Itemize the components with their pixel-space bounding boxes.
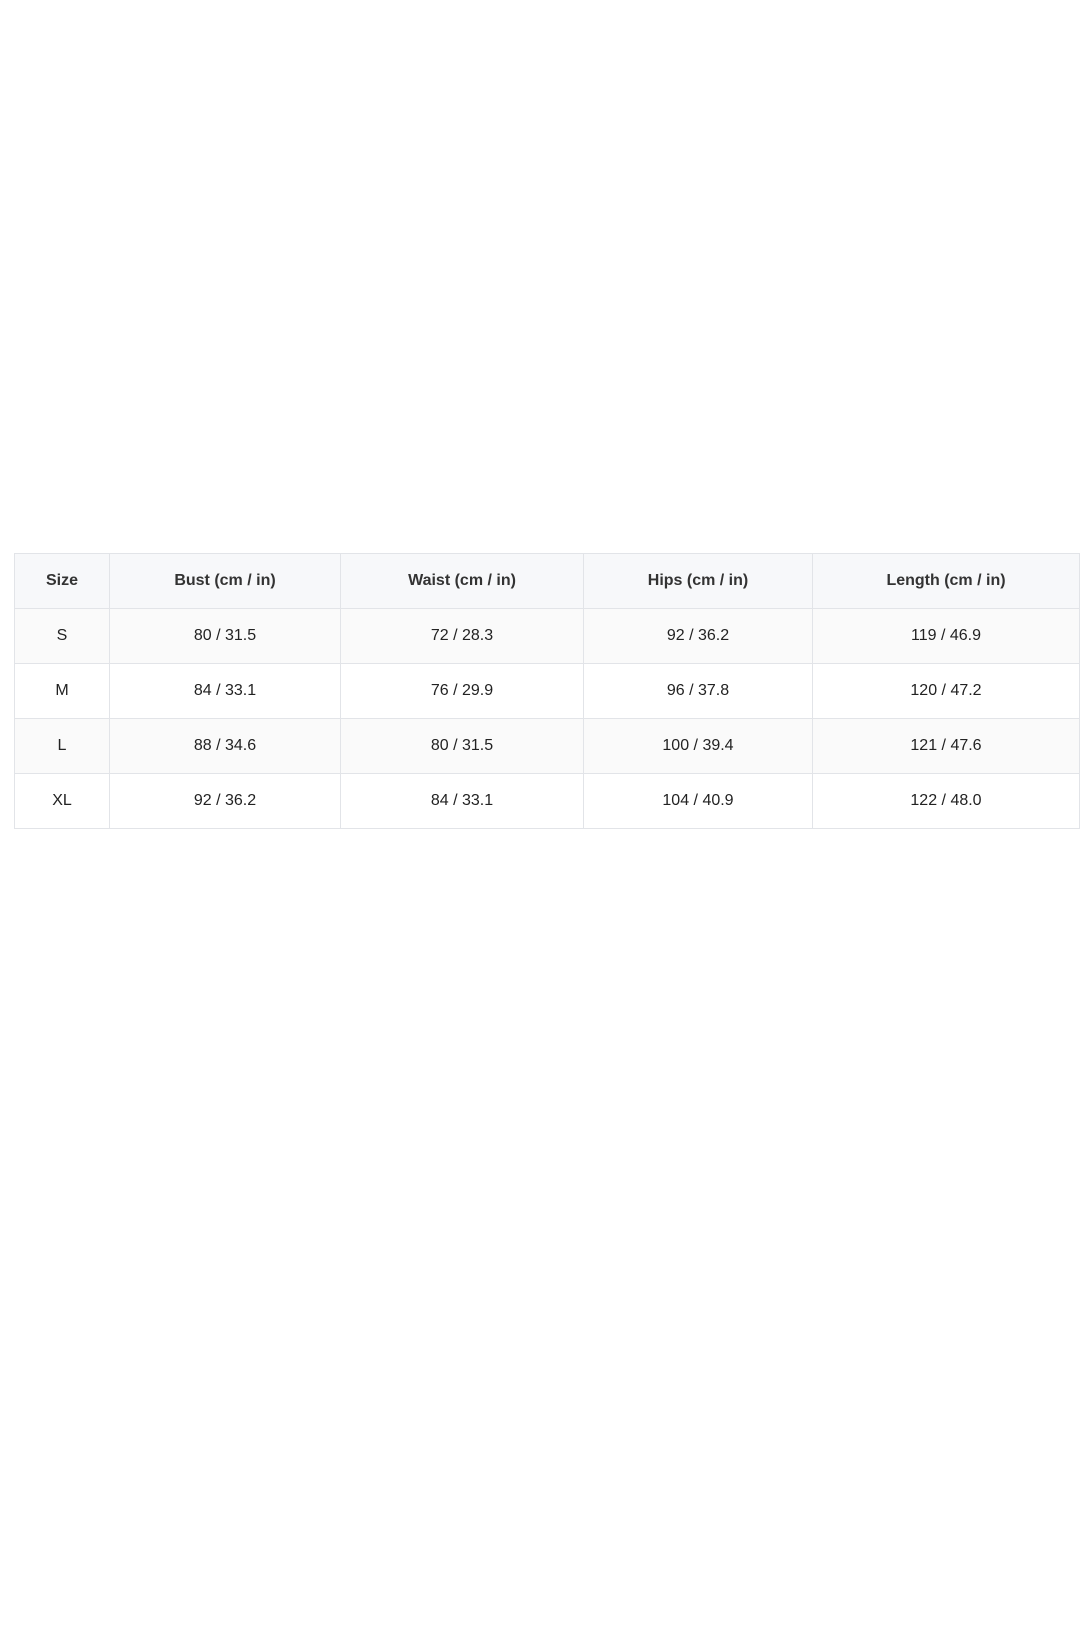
length-cell: 122 / 48.0 bbox=[812, 773, 1080, 829]
bust-cell: 80 / 31.5 bbox=[109, 608, 341, 664]
table-row: L 88 / 34.6 80 / 31.5 100 / 39.4 121 / 4… bbox=[14, 718, 1080, 774]
bust-cell: 92 / 36.2 bbox=[109, 773, 341, 829]
table-row: S 80 / 31.5 72 / 28.3 92 / 36.2 119 / 46… bbox=[14, 608, 1080, 664]
size-cell: M bbox=[14, 663, 110, 719]
column-header-size: Size bbox=[14, 553, 110, 609]
waist-cell: 72 / 28.3 bbox=[340, 608, 584, 664]
length-cell: 121 / 47.6 bbox=[812, 718, 1080, 774]
hips-cell: 92 / 36.2 bbox=[583, 608, 813, 664]
hips-cell: 100 / 39.4 bbox=[583, 718, 813, 774]
length-cell: 120 / 47.2 bbox=[812, 663, 1080, 719]
column-header-waist: Waist (cm / in) bbox=[340, 553, 584, 609]
size-chart-table: Size Bust (cm / in) Waist (cm / in) Hips… bbox=[14, 553, 1080, 829]
column-header-hips: Hips (cm / in) bbox=[583, 553, 813, 609]
length-cell: 119 / 46.9 bbox=[812, 608, 1080, 664]
waist-cell: 76 / 29.9 bbox=[340, 663, 584, 719]
size-cell: L bbox=[14, 718, 110, 774]
bust-cell: 88 / 34.6 bbox=[109, 718, 341, 774]
size-cell: XL bbox=[14, 773, 110, 829]
column-header-length: Length (cm / in) bbox=[812, 553, 1080, 609]
bust-cell: 84 / 33.1 bbox=[109, 663, 341, 719]
size-chart-header: Size Bust (cm / in) Waist (cm / in) Hips… bbox=[14, 553, 1080, 609]
hips-cell: 104 / 40.9 bbox=[583, 773, 813, 829]
waist-cell: 80 / 31.5 bbox=[340, 718, 584, 774]
waist-cell: 84 / 33.1 bbox=[340, 773, 584, 829]
table-row: XL 92 / 36.2 84 / 33.1 104 / 40.9 122 / … bbox=[14, 773, 1080, 829]
size-cell: S bbox=[14, 608, 110, 664]
table-row: M 84 / 33.1 76 / 29.9 96 / 37.8 120 / 47… bbox=[14, 663, 1080, 719]
column-header-bust: Bust (cm / in) bbox=[109, 553, 341, 609]
size-chart-body: S 80 / 31.5 72 / 28.3 92 / 36.2 119 / 46… bbox=[14, 608, 1080, 829]
header-row: Size Bust (cm / in) Waist (cm / in) Hips… bbox=[14, 553, 1080, 609]
hips-cell: 96 / 37.8 bbox=[583, 663, 813, 719]
